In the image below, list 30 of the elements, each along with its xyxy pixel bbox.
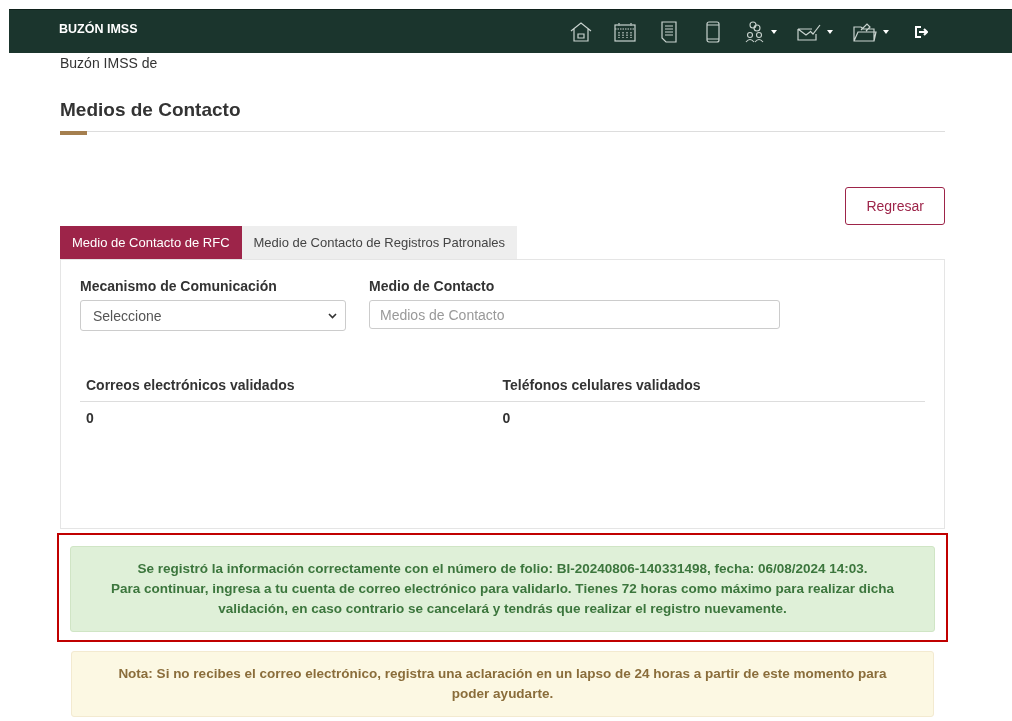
caret-icon xyxy=(771,29,777,34)
page-title: Medios de Contacto xyxy=(60,99,242,122)
smartphone-icon xyxy=(706,20,720,43)
contact-input-field[interactable]: Medios de Contacto xyxy=(369,300,780,329)
table-cell-text: 0 xyxy=(86,410,95,426)
field-label: Mecanismo de Comunicación xyxy=(80,278,278,294)
column-header: Teléfonos celulares validados xyxy=(502,377,702,393)
document-icon xyxy=(661,20,677,43)
house-icon xyxy=(570,21,592,42)
title-accent-bar xyxy=(60,131,87,135)
chevron-down-icon xyxy=(328,312,337,319)
mechanism-dropdown[interactable]: Seleccione xyxy=(80,300,346,331)
table-cell-text: 0 xyxy=(502,410,512,426)
field-label: Medio de Contacto xyxy=(369,278,496,294)
calendar-icon xyxy=(614,21,636,42)
back-button[interactable]: Regresar xyxy=(845,187,945,225)
note-message: Nota: Si no recibes el correo electrónico, registra una aclaración en un lapso de 24 horas a partir de este momento para poder ayudarte. xyxy=(117,665,888,703)
column-header: Correos electrónicos validados xyxy=(86,377,296,393)
folder-icon xyxy=(853,21,877,42)
caret-icon xyxy=(827,29,833,34)
people-icon xyxy=(745,20,765,43)
logout-icon xyxy=(914,25,928,38)
subtitle-text: Buzón IMSS de xyxy=(60,55,159,71)
alert-message: Se registró la información correctamente con el número de folio: BI-20240806-140331498, fecha: 06/08/2024 14:03. xyxy=(136,560,869,578)
envelope-check-icon xyxy=(797,22,821,41)
site-title[interactable]: BUZÓN IMSS xyxy=(59,21,138,36)
alert-message: Para continuar, ingresa a tu cuenta de correo electrónico para validarlo. Tienes 72 horas como máximo para realizar dicha validación, en caso contrario se cancelará y tendrás que realizar el registro nuevamente. xyxy=(109,580,895,618)
tab[interactable]: Medio de Contacto de RFC xyxy=(60,226,242,259)
tab[interactable]: Medio de Contacto de Registros Patronales xyxy=(241,226,517,259)
caret-icon xyxy=(883,29,889,34)
